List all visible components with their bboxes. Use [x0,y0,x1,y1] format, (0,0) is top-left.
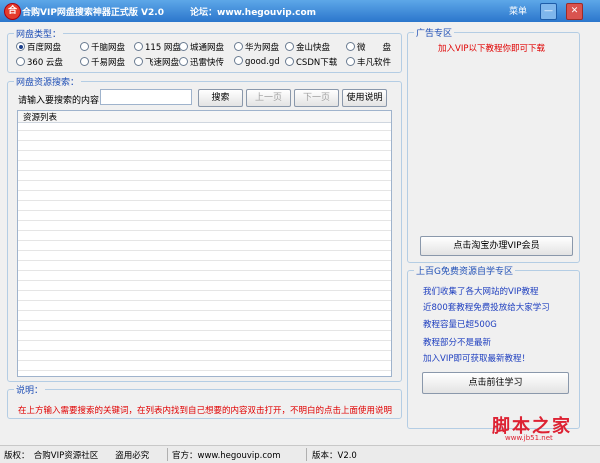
learn-item[interactable]: 加入VIP即可获取最新教程！ [423,352,530,364]
disk-type-option[interactable]: 千易网盘 [80,56,125,68]
disk-type-option[interactable]: good.gd [234,56,280,67]
learn-label: 上百G免费资源自学专区 [414,264,515,277]
radio-icon [16,57,25,66]
disk-type-option-label: 千脑网盘 [91,43,126,53]
disk-type-option[interactable]: 迅雷快传 [179,56,224,68]
help-button[interactable]: 使用说明 [342,89,387,107]
disk-type-label: 网盘类型： [14,27,64,40]
results-column-label: 资源列表 [23,113,58,123]
radio-icon [346,42,355,51]
status-separator [167,448,168,461]
prev-page-button[interactable]: 上一页 [246,89,291,107]
ads-label: 广告专区 [414,26,455,39]
disk-type-option-label: 115 网盘 [145,43,181,53]
disk-type-option-label: 微 盘 [357,43,392,53]
disk-type-option-label: 飞速网盘 [145,58,180,68]
window-title: 合购VIP网盘搜索神器正式版 V2.0 [22,8,164,18]
disk-type-option[interactable]: 丰凡软件 [346,56,391,68]
radio-icon [285,57,294,66]
disk-type-option-label: 金山快盘 [296,43,331,53]
learn-item[interactable]: 我们收集了各大网站的VIP教程 [423,285,538,297]
results-list[interactable]: 资源列表 [17,110,392,377]
close-button[interactable]: ✕ [566,3,583,20]
radio-icon [134,57,143,66]
forum-link[interactable]: 论坛：www.hegouvip.com [190,5,316,18]
disk-type-option[interactable]: CSDN下载 [285,56,337,68]
status-version: 版本：V2.0 [312,451,357,461]
search-group-label: 网盘资源搜索： [14,75,82,88]
disk-type-option[interactable]: 微 盘 [346,41,391,53]
radio-icon [234,56,243,65]
disk-type-option[interactable]: 360 云盘 [16,56,63,68]
search-prompt: 请输入要搜索的内容： [18,96,109,106]
radio-icon [80,42,89,51]
status-copyright: 版权： 合购VIP资源社区 盗用必究 [4,451,150,461]
disk-type-option[interactable]: 华为网盘 [234,41,279,53]
radio-icon [80,57,89,66]
radio-icon [134,42,143,51]
search-button[interactable]: 搜索 [198,89,243,107]
learn-item[interactable]: 教程容量已超500G [423,318,497,330]
disk-type-option-label: 迅雷快传 [190,58,225,68]
menu-button[interactable]: 菜单 [509,4,527,17]
disk-type-option-label: 千易网盘 [91,58,126,68]
learn-item[interactable]: 近800套教程免费投放给大家学习 [423,301,550,313]
disk-type-option-label: 360 云盘 [27,58,63,68]
watermark-url: www.jb51.net [505,434,553,442]
notes-text: 在上方输入需要搜索的关键词，在列表内找到自己想要的内容双击打开，不明白的点击上面… [18,406,393,416]
radio-icon [285,42,294,51]
close-icon: ✕ [570,6,579,16]
status-separator [306,448,307,461]
disk-type-option[interactable]: 飞速网盘 [134,56,179,68]
app-logo-icon: 合 [4,3,21,20]
disk-type-option-label: 丰凡软件 [357,58,392,68]
status-bar: 版权： 合购VIP资源社区 盗用必究 官方：www.hegouvip.com 版… [0,445,600,463]
radio-icon [16,42,25,51]
disk-type-option[interactable]: 千脑网盘 [80,41,125,53]
radio-icon [179,57,188,66]
results-column-header[interactable]: 资源列表 [18,111,391,123]
go-learn-button[interactable]: 点击前往学习 [422,372,569,394]
disk-type-option[interactable]: 百度网盘 [16,41,61,53]
ads-text: 加入VIP以下教程你即可下载 [438,44,545,54]
disk-type-option-label: good.gd [245,57,280,67]
next-page-button[interactable]: 下一页 [294,89,339,107]
title-bar[interactable]: 合 合购VIP网盘搜索神器正式版 V2.0 论坛：www.hegouvip.co… [0,0,600,22]
search-input[interactable] [100,89,192,105]
ads-group: 广告专区 [407,26,580,263]
minimize-icon: — [544,6,553,16]
minimize-button[interactable]: — [540,3,557,20]
disk-type-option-label: CSDN下载 [296,58,338,68]
disk-type-option-label: 城通网盘 [190,43,225,53]
taobao-vip-button[interactable]: 点击淘宝办理VIP会员 [420,236,573,256]
radio-icon [234,42,243,51]
learn-item[interactable]: 教程部分不是最新 [423,336,491,348]
disk-type-option-label: 百度网盘 [27,43,62,53]
radio-icon [346,57,355,66]
disk-type-option[interactable]: 城通网盘 [179,41,224,53]
disk-type-option-label: 华为网盘 [245,43,280,53]
disk-type-option[interactable]: 115 网盘 [134,41,181,53]
status-official: 官方：www.hegouvip.com [172,451,281,461]
disk-type-option[interactable]: 金山快盘 [285,41,330,53]
notes-label: 说明： [14,383,46,396]
radio-icon [179,42,188,51]
